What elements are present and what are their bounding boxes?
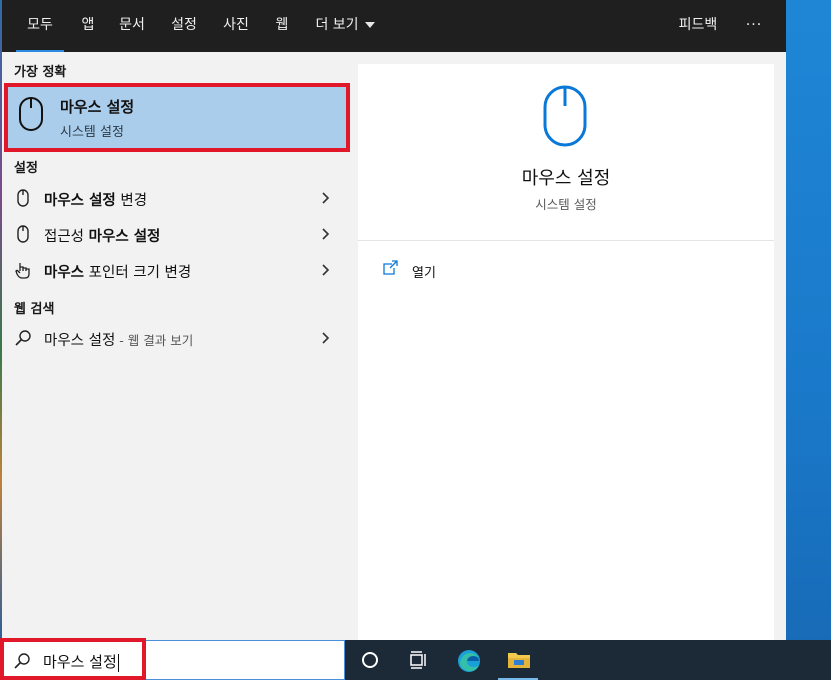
mouse-icon (543, 85, 587, 147)
tab-more[interactable]: 더 보기 (310, 0, 380, 52)
cortana-circle-icon (362, 652, 378, 668)
tab-settings[interactable]: 설정 (166, 0, 202, 52)
tab-apps[interactable]: 앱 (76, 0, 100, 52)
mouse-icon (17, 225, 29, 243)
open-external-icon (383, 260, 398, 275)
search-highlight-outline (0, 638, 146, 680)
settings-item-label: 접근성 마우스 설정 (44, 229, 161, 245)
open-label: 열기 (412, 266, 436, 281)
chevron-right-icon (322, 192, 330, 204)
tab-settings-label: 설정 (171, 17, 197, 33)
taskbar: 마우스 설정 (0, 638, 831, 680)
settings-section-header: 설정 (14, 161, 38, 176)
hand-pointer-icon (15, 263, 30, 279)
task-view-icon (410, 651, 426, 669)
settings-item-change-mouse-settings[interactable]: 마우스 설정 변경 (4, 181, 344, 215)
web-search-header: 웹 검색 (14, 302, 55, 317)
tab-documents[interactable]: 문서 (114, 0, 150, 52)
best-match-subtitle: 시스템 설정 (60, 125, 124, 140)
settings-item-pointer-size[interactable]: 마우스 포인터 크기 변경 (4, 253, 344, 287)
tab-web[interactable]: 웹 (270, 0, 294, 52)
edge-icon (458, 650, 480, 672)
best-match-item[interactable]: 마우스 설정 시스템 설정 (4, 83, 350, 152)
settings-item-accessibility-mouse[interactable]: 접근성 마우스 설정 (4, 217, 344, 251)
mouse-icon (17, 189, 29, 207)
file-explorer-button[interactable] (494, 640, 542, 680)
divider (358, 240, 774, 241)
search-icon (15, 330, 31, 346)
search-filter-tabs: 모두 앱 문서 설정 사진 웹 더 보기 피드백 ··· (2, 0, 786, 52)
edge-browser-button[interactable] (444, 640, 492, 680)
tab-more-label: 더 보기 (315, 17, 359, 33)
feedback-button[interactable]: 피드백 (674, 0, 722, 52)
preview-subtitle: 시스템 설정 (535, 197, 597, 212)
chevron-right-icon (322, 332, 330, 344)
task-view-button[interactable] (394, 640, 442, 680)
tab-all[interactable]: 모두 (16, 0, 64, 52)
best-match-header: 가장 정확 (14, 65, 67, 80)
cortana-button[interactable] (346, 640, 394, 680)
feedback-label: 피드백 (678, 17, 718, 33)
web-search-item-label: 마우스 설정 - 웹 결과 보기 (44, 333, 194, 349)
open-button[interactable]: 열기 (382, 260, 582, 284)
search-panel: 모두 앱 문서 설정 사진 웹 더 보기 피드백 ··· 가장 정확 마우스 설… (2, 0, 786, 640)
more-options-button[interactable]: ··· (738, 0, 770, 52)
preview-title: 마우스 설정 (521, 168, 611, 189)
caret-down-icon (364, 22, 375, 28)
settings-item-label: 마우스 설정 변경 (44, 193, 148, 209)
tab-apps-label: 앱 (81, 17, 95, 33)
tab-documents-label: 문서 (119, 17, 145, 33)
tab-photos-label: 사진 (223, 17, 249, 33)
ellipsis-icon: ··· (745, 17, 763, 33)
mouse-icon (19, 97, 43, 131)
tab-web-label: 웹 (275, 17, 289, 33)
chevron-right-icon (322, 228, 330, 240)
chevron-right-icon (322, 264, 330, 276)
preview-pane: 마우스 설정 시스템 설정 열기 (358, 64, 774, 640)
tab-photos[interactable]: 사진 (218, 0, 254, 52)
settings-item-label: 마우스 포인터 크기 변경 (44, 265, 192, 281)
web-search-item[interactable]: 마우스 설정 - 웹 결과 보기 (4, 321, 344, 355)
best-match-title: 마우스 설정 (60, 98, 135, 116)
tab-all-label: 모두 (27, 17, 53, 33)
folder-icon (508, 653, 530, 668)
